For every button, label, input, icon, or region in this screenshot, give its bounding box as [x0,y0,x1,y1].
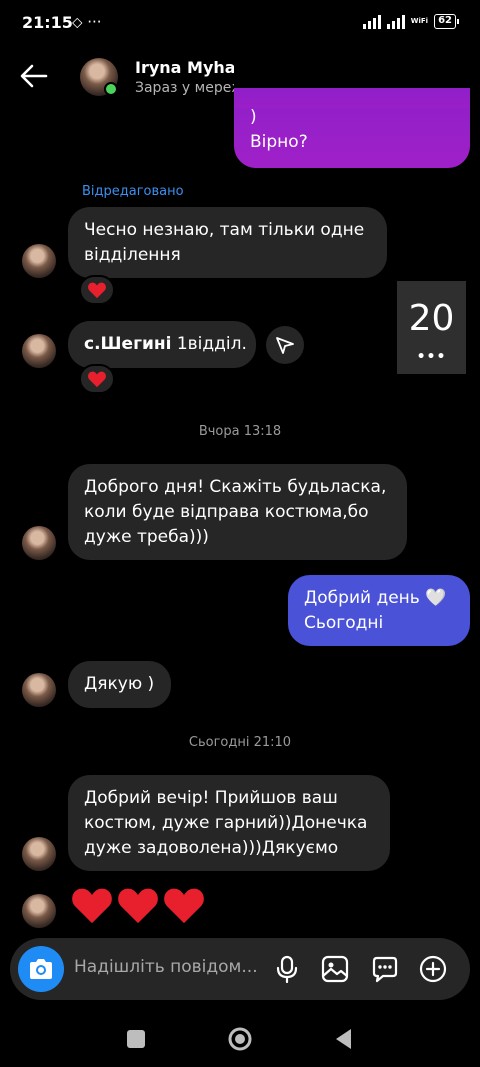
message-text: дуже треба))) [84,526,209,547]
sender-avatar[interactable] [22,244,56,278]
signal-icon-2 [386,14,405,29]
message-received[interactable]: Чесно незнаю, там тільки одне відділення [68,207,387,278]
more-dots-icon[interactable]: ••• [397,349,466,365]
heart-reaction[interactable] [79,275,115,305]
status-time: 21:15 [22,13,73,32]
camera-icon [30,959,52,979]
heart-icon [72,888,112,924]
system-nav-bar [0,1010,480,1067]
wifi-icon: WiFi [410,17,429,25]
contact-status: Зараз у мережі [135,80,248,96]
hearts-message[interactable] [70,885,206,925]
message-received[interactable]: Доброго дня! Скажіть будьласка, коли буд… [68,464,407,560]
message-text: Сьогодні [304,612,384,633]
heart-icon [88,371,106,388]
counter-number: 20 [408,298,455,339]
sender-avatar[interactable] [22,894,56,928]
nav-back-icon[interactable] [331,1026,357,1052]
nav-home-icon[interactable] [227,1026,253,1052]
back-arrow-icon[interactable] [18,60,50,92]
heart-icon [118,888,158,924]
message-received[interactable]: Добрий вечір! Прийшов ваш костюм, дуже г… [68,775,390,871]
heart-icon [88,282,106,299]
message-text: Дякую ) [84,674,155,694]
message-text: костюм, дуже гарний))Донечка [84,812,368,833]
message-sent[interactable]: Добрий день 🤍 Сьогодні [288,575,470,646]
message-text: відділення [84,244,181,265]
message-text: коли буде відправа костюма,бо [84,501,369,522]
status-bar: 21:15 ⬦ ··· WiFi 62 [0,0,480,46]
share-button[interactable] [266,326,304,364]
message-text: Вірно? [250,132,308,152]
sender-avatar[interactable] [22,673,56,707]
date-separator: Сьогодні 21:10 [188,735,292,750]
plus-icon[interactable] [419,955,447,983]
message-text: Доброго дня! Скажіть будьласка, [84,476,387,497]
heart-icon [164,888,204,924]
sender-avatar[interactable] [22,837,56,871]
online-status-dot [104,82,118,96]
message-input[interactable] [74,957,274,977]
message-composer [10,938,470,1000]
status-right-icons: WiFi 62 [362,14,459,29]
edited-label: Відредаговано [82,184,184,199]
message-text: дуже задоволена)))Дякуємо [84,837,339,858]
mic-icon[interactable] [273,955,301,983]
sender-avatar[interactable] [22,526,56,560]
battery-icon: 62 [434,14,459,29]
sender-avatar[interactable] [22,334,56,368]
message-text: Добрий день 🤍 [304,587,447,608]
heart-reaction[interactable] [79,364,115,394]
message-text: Чесно незнаю, там тільки одне [84,219,365,240]
share-icon [276,337,294,354]
sticker-icon[interactable] [371,955,399,983]
date-separator: Вчора 13:18 [198,424,282,439]
message-text: Добрий вечір! Прийшов ваш [84,787,338,808]
message-text: 1відділ. [171,334,247,354]
nav-recents-icon[interactable] [123,1026,149,1052]
status-notification-icons: ⬦ ··· [72,13,102,31]
camera-button[interactable] [18,946,64,992]
message-received[interactable]: с.Шегині 1відділ. [68,321,256,368]
signal-icon [362,14,381,29]
floating-counter-overlay[interactable]: 20 ••• [397,281,466,374]
bubble-top-fill [234,88,470,108]
message-received[interactable]: Дякую ) [68,661,171,708]
message-text-bold: с.Шегині [84,334,172,354]
gallery-icon[interactable] [321,955,349,983]
